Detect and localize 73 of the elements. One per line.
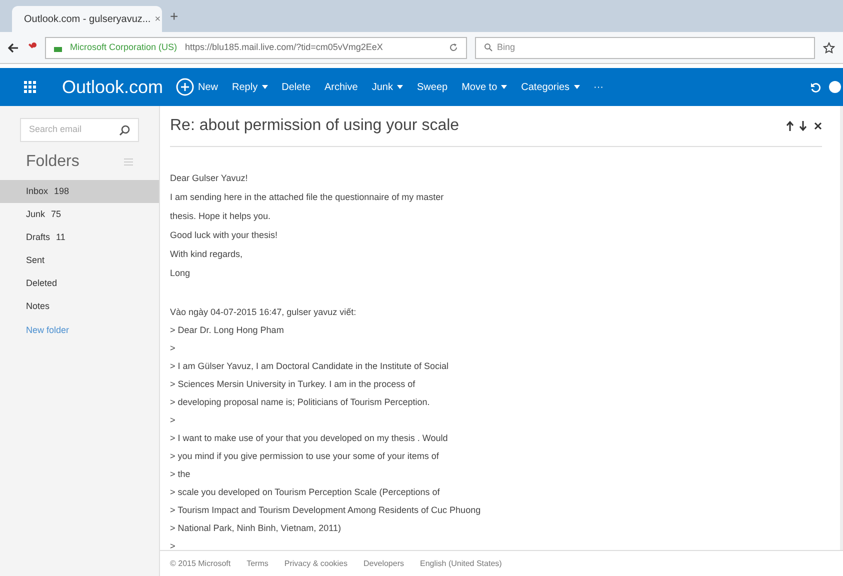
back-icon[interactable] <box>8 42 19 52</box>
unread-count: 75 <box>51 208 62 221</box>
folder-item[interactable]: Junk 75 <box>0 203 159 226</box>
copyright-text: © 2015 Microsoft <box>170 558 231 570</box>
unread-count: 11 <box>56 230 66 244</box>
close-icon[interactable] <box>814 122 822 130</box>
previous-icon[interactable] <box>786 121 794 131</box>
quoted-line: > Tourism Impact and Tourism Development Among Residents of Cuc Phuong <box>170 504 482 517</box>
folder-item[interactable]: Deleted <box>0 272 159 295</box>
folder-name: Junk <box>26 208 46 221</box>
tab-title: Outlook.com - gulseryavuz... <box>24 12 151 26</box>
browser-tab[interactable]: Outlook.com - gulseryavuz... × <box>12 6 162 32</box>
folders-heading: Folders <box>26 152 80 172</box>
toolbar-button[interactable]: Reply <box>232 80 268 94</box>
quoted-line: > scale you developed on Tourism Perception Scale (Perceptions of <box>170 486 441 499</box>
quoted-line: > I want to make use of your that you developed on my thesis . Would <box>170 432 449 445</box>
app-launcher-icon[interactable] <box>24 81 36 93</box>
address-bar[interactable]: Microsoft Corporation (US) https://blu185.mail.live.com/?tid=cm05vVmg2EeX <box>45 36 467 58</box>
plus-circle-icon <box>176 78 194 96</box>
quote-header: Vào ngày 04-07-2015 16:47, gulser yavuz viết: <box>170 306 358 319</box>
toolbar-button[interactable]: Move to <box>462 80 508 94</box>
next-icon[interactable] <box>799 121 807 131</box>
footer-link[interactable]: Terms <box>246 558 268 570</box>
message-subject: Re: about permission of using your scale <box>170 116 460 136</box>
caret-icon <box>574 85 580 89</box>
caret-icon <box>501 85 508 89</box>
footer-link[interactable]: Privacy & cookies <box>284 558 348 570</box>
body-line: Good luck with your thesis! <box>170 229 279 242</box>
quoted-line: > you mind if you give permission to use your some of your items of <box>170 450 440 463</box>
search-field[interactable]: Bing <box>475 36 815 58</box>
bookmark-star-icon[interactable] <box>823 42 835 54</box>
quoted-line: > Sciences Mersin University in Turkey. I am in the process of <box>170 378 416 391</box>
toolbar-button[interactable]: ··· <box>594 80 604 94</box>
folder-item[interactable]: Sent <box>0 249 159 272</box>
search-icon <box>119 124 130 136</box>
quoted-line: > the <box>170 468 192 481</box>
toolbar-button[interactable]: Junk <box>372 80 403 94</box>
toolbar-button[interactable]: Categories <box>521 80 580 94</box>
new-button[interactable]: New <box>176 78 218 96</box>
body-line: thesis. Hope it helps you. <box>170 210 272 223</box>
quoted-line: > <box>170 342 176 355</box>
body-line: With kind regards, <box>170 248 244 261</box>
folder-name: Inbox <box>26 184 48 198</box>
unread-count: 198 <box>54 184 70 198</box>
caret-icon <box>396 85 403 89</box>
brand-title[interactable]: Outlook.com <box>62 74 176 100</box>
body-line: Long <box>170 267 192 280</box>
toolbar-button[interactable]: Delete <box>282 80 310 94</box>
body-line: I am sending here in the attached file the questionnaire of my master <box>170 191 445 204</box>
close-tab-button[interactable]: × <box>154 12 161 26</box>
toolbar-button[interactable]: Sweep <box>416 80 448 94</box>
footer-link[interactable]: Developers <box>364 558 404 570</box>
url-text: https://blu185.mail.live.com/?tid=cm05vVmg2EeX <box>185 40 384 54</box>
quoted-line: > I am Gülser Yavuz, I am Doctoral Candidate in the Institute of Social <box>170 360 450 373</box>
site-identity: Microsoft Corporation (US) <box>70 40 178 54</box>
folder-name: Drafts <box>26 230 50 244</box>
toolbar-button[interactable]: Archive <box>324 80 358 94</box>
reload-icon[interactable] <box>449 43 458 52</box>
caret-icon <box>262 85 268 89</box>
folder-item[interactable]: Notes <box>0 295 159 318</box>
quoted-line: > Dear Dr. Long Hong Pham <box>170 324 285 337</box>
folder-item[interactable]: Inbox 198 <box>0 180 159 203</box>
quoted-line: > National Park, Ninh Binh, Vietnam, 2011) <box>170 522 342 535</box>
quoted-line: > <box>170 414 176 427</box>
new-folder-link[interactable]: New folder <box>26 324 133 338</box>
search-icon <box>484 43 493 52</box>
quoted-line: > developing proposal name is; Politicians of Tourism Perception. <box>170 396 431 409</box>
body-line: Dear Gulser Yavuz! <box>170 172 249 185</box>
footer-link[interactable]: English (United States) <box>420 558 502 570</box>
quoted-line: > <box>170 540 176 550</box>
undo-icon[interactable] <box>810 82 821 92</box>
new-tab-button[interactable]: + <box>170 6 178 27</box>
folder-item[interactable]: Drafts 11 <box>0 226 159 249</box>
